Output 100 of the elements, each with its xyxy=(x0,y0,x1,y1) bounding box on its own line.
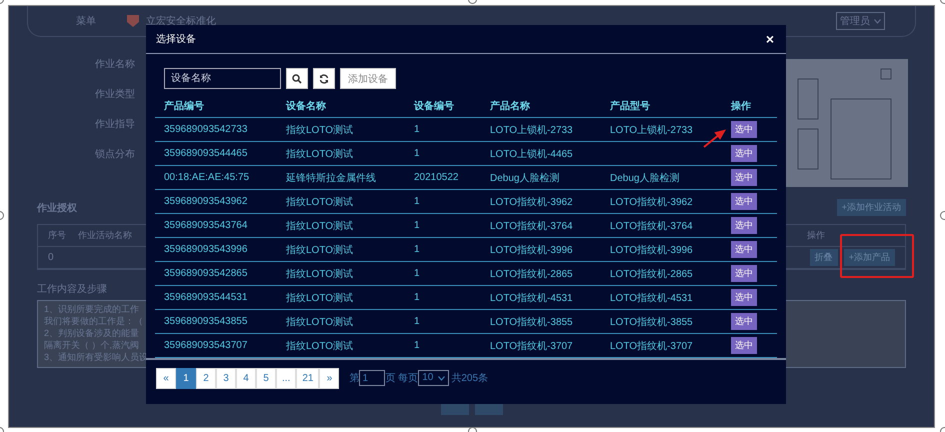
table-cell: LOTO上锁机-2733 xyxy=(610,124,693,136)
close-button[interactable]: × xyxy=(764,31,776,48)
table-cell: LOTO指纹机-2865 xyxy=(610,268,693,280)
column-header: 产品型号 xyxy=(609,100,651,113)
table-cell-text: 359689093544531 xyxy=(163,292,248,304)
select-button[interactable]: 选中 xyxy=(731,169,757,186)
text-line: 隔离开关（ ）个,蒸汽阀 xyxy=(44,339,140,351)
select-button[interactable]: 选中 xyxy=(731,313,757,330)
select-button[interactable]: 选中 xyxy=(731,337,757,354)
table-cell-text: LOTO指纹机-3996 xyxy=(489,244,574,257)
table-cell-text: 359689093543962 xyxy=(163,196,248,208)
select-button[interactable]: 选中 xyxy=(731,145,757,162)
table-cell-text: LOTO指纹机-4531 xyxy=(489,292,574,305)
page-input[interactable]: 1 xyxy=(359,370,386,386)
table-cell-text: 指纹LOTO测试 xyxy=(285,316,354,329)
table-cell-text: 1 xyxy=(413,196,421,208)
table-cell-text: 359689093543707 xyxy=(163,340,248,352)
form-label: 作业指导 xyxy=(95,118,135,131)
column-header: 产品编号 xyxy=(163,100,205,113)
table-cell-text: 1 xyxy=(413,220,421,232)
table-cell-text: 0 xyxy=(48,252,55,263)
table-cell-text: 1 xyxy=(413,244,421,256)
page-size-select[interactable]: 10 xyxy=(418,370,450,386)
form-label: 锁点分布 xyxy=(95,148,135,161)
table-cell-text: 指纹LOTO测试 xyxy=(285,124,354,137)
table-cell: LOTO指纹机-3996 xyxy=(610,244,693,256)
table-cell-text: 1 xyxy=(413,292,421,304)
table-cell-text: LOTO指纹机-3707 xyxy=(489,340,574,353)
table-cell-text: 1 xyxy=(413,148,421,160)
table-cell-text: 指纹LOTO测试 xyxy=(285,340,354,353)
table-cell-text: 1 xyxy=(413,316,421,328)
table-cell-text: LOTO指纹机-3764 xyxy=(489,220,574,233)
total-count: 共205条 xyxy=(451,372,488,386)
collapse-button[interactable]: 折叠 xyxy=(810,249,838,266)
select-button[interactable]: 选中 xyxy=(731,289,757,306)
user-menu[interactable]: 管理员 xyxy=(836,12,885,30)
table-cell-text: Debug人脸检测 xyxy=(489,172,560,185)
previous-page-button[interactable]: « xyxy=(156,368,176,389)
page-button[interactable]: 1 xyxy=(176,368,196,389)
page-button[interactable]: ... xyxy=(276,368,296,389)
table-cell-text: 指纹LOTO测试 xyxy=(285,148,354,161)
steps-label: 工作内容及步骤 xyxy=(37,282,108,296)
table-cell-text: 359689093543855 xyxy=(163,316,248,328)
table-cell: LOTO指纹机-3962 xyxy=(610,196,693,208)
page-button[interactable]: 2 xyxy=(196,368,216,389)
form-label: 作业名称 xyxy=(95,58,135,71)
section-title: 作业授权 xyxy=(37,202,77,214)
table-cell-text: 指纹LOTO测试 xyxy=(285,292,354,305)
table-cell-text: 延锋特斯拉金属件线 xyxy=(285,172,377,185)
table-cell: LOTO指纹机-3707 xyxy=(610,340,693,352)
add-product-button[interactable]: +添加产品 xyxy=(844,249,895,266)
table-cell-text: LOTO上锁机-2733 xyxy=(489,124,574,137)
next-page-button[interactable]: » xyxy=(319,368,340,389)
menu-label[interactable]: 菜单 xyxy=(76,14,96,28)
column-header: 操作 xyxy=(807,229,826,242)
form-label: 作业类型 xyxy=(95,88,135,101)
add-device-button[interactable]: 添加设备 xyxy=(340,68,396,90)
table-cell-text: 359689093543996 xyxy=(163,244,248,256)
table-cell-text: 1 xyxy=(413,340,421,352)
select-button[interactable]: 选中 xyxy=(731,265,757,282)
table-cell-text: 20210522 xyxy=(413,172,460,184)
column-header: 作业活动名称 xyxy=(78,229,132,242)
table-cell: LOTO指纹机-3855 xyxy=(610,316,693,328)
select-button[interactable]: 选中 xyxy=(731,217,757,234)
table-cell-text: 指纹LOTO测试 xyxy=(285,220,354,233)
page-button[interactable]: 3 xyxy=(216,368,236,389)
page-button[interactable]: 21 xyxy=(296,368,320,389)
table-cell-text: 359689093543764 xyxy=(163,220,248,232)
dialog-title: 选择设备 xyxy=(156,32,196,46)
text-line: 我们将要做的工作是：（ xyxy=(44,315,143,327)
page-button[interactable]: 5 xyxy=(256,368,276,389)
column-header: 产品名称 xyxy=(489,100,531,113)
page-size-label: 页 每页 xyxy=(385,372,418,386)
add-activity-button[interactable]: +添加作业活动 xyxy=(836,199,906,216)
text-line: 2、判别设备涉及的能量 xyxy=(44,327,140,339)
column-header: 设备名称 xyxy=(284,100,327,113)
table-cell-text: LOTO指纹机-3855 xyxy=(489,316,574,329)
table-cell-text: 指纹LOTO测试 xyxy=(285,196,354,209)
table-cell-text: LOTO上锁机-4465 xyxy=(489,148,574,161)
table-cell-text: 359689093542865 xyxy=(163,268,248,280)
table-cell-text: 指纹LOTO测试 xyxy=(285,244,354,257)
table-cell-text: 指纹LOTO测试 xyxy=(285,268,354,281)
table-cell-text: LOTO指纹机-3962 xyxy=(489,196,574,209)
table-cell-text: 1 xyxy=(413,268,421,280)
table-cell-text: 00:18:AE:AE:45:75 xyxy=(163,172,250,184)
text-line: 1、识别所要完成的工作 xyxy=(44,303,140,315)
search-field[interactable]: 设备名称 xyxy=(164,68,281,90)
column-header: 设备编号 xyxy=(412,100,455,113)
logo-text: 立宏安全标准化 xyxy=(146,14,216,28)
page-button[interactable]: 4 xyxy=(236,368,256,389)
table-cell: LOTO指纹机-4531 xyxy=(610,292,693,304)
column-header: 操作 xyxy=(730,100,752,113)
table-cell-text: 359689093544465 xyxy=(163,148,248,160)
table-cell-text: LOTO指纹机-2865 xyxy=(489,268,574,281)
table-cell-text: 1 xyxy=(413,124,421,136)
page-prefix: 第 xyxy=(349,372,360,386)
table-cell: Debug人脸检测 xyxy=(610,172,680,184)
select-button[interactable]: 选中 xyxy=(731,241,757,258)
select-button[interactable]: 选中 xyxy=(731,193,757,210)
select-button[interactable]: 选中 xyxy=(731,121,757,138)
